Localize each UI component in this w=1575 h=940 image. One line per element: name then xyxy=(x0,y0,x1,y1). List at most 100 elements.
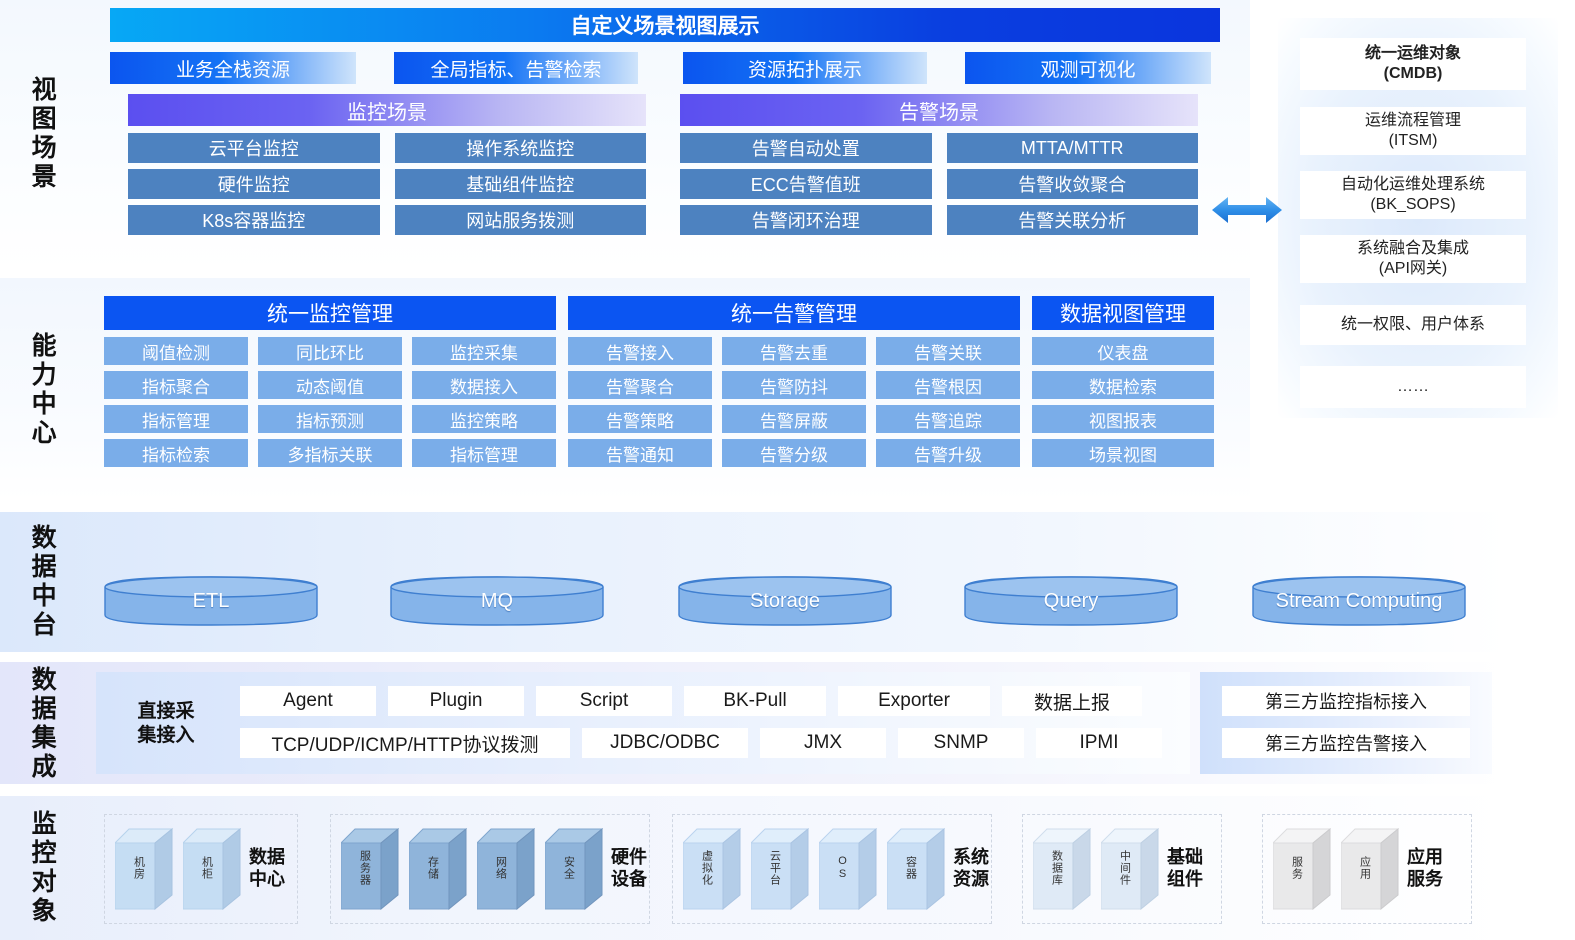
capability-column: 告警关联 告警根因 告警追踪 告警升级 xyxy=(876,337,1020,467)
scene-cell[interactable]: 告警关联分析 xyxy=(946,205,1198,235)
monitor-group-system-resources: 虚拟化 云平台 OS 容器 系统 资源 xyxy=(672,814,992,924)
cmdb-item-line: 运维流程管理 xyxy=(1364,112,1461,129)
capability-cell[interactable]: 监控采集 xyxy=(412,337,556,365)
cmdb-item-bk-sops[interactable]: 自动化运维处理系统 (BK_SOPS) xyxy=(1300,171,1526,219)
scene-cell[interactable]: 网站服务拨测 xyxy=(394,205,646,235)
cube-label: 机柜 xyxy=(200,856,213,880)
cube-network[interactable]: 网络 xyxy=(477,827,535,911)
scene-cell[interactable]: 硬件监控 xyxy=(128,169,380,199)
capability-cell[interactable]: 告警通知 xyxy=(568,439,712,467)
capability-cell[interactable]: 阈值检测 xyxy=(104,337,248,365)
cube-container[interactable]: 容器 xyxy=(887,827,945,911)
capability-cell[interactable]: 告警升级 xyxy=(876,439,1020,467)
capability-cell[interactable]: 告警防抖 xyxy=(722,371,866,399)
cube-database[interactable]: 数据库 xyxy=(1033,827,1091,911)
capability-column: 阈值检测 指标聚合 指标管理 指标检索 xyxy=(104,337,248,467)
cube-virtualization[interactable]: 虚拟化 xyxy=(683,827,741,911)
capability-cell[interactable]: 告警根因 xyxy=(876,371,1020,399)
capability-cell[interactable]: 仪表盘 xyxy=(1032,337,1214,365)
capability-cell[interactable]: 数据接入 xyxy=(412,371,556,399)
capability-cell[interactable]: 告警接入 xyxy=(568,337,712,365)
di-chip-exporter[interactable]: Exporter xyxy=(838,686,990,716)
cube-storage[interactable]: 存储 xyxy=(409,827,467,911)
cylinder-mq[interactable]: MQ xyxy=(390,576,604,626)
cube-label: 中间件 xyxy=(1118,850,1131,886)
capability-cell[interactable]: 告警分级 xyxy=(722,439,866,467)
di-chip-jmx[interactable]: JMX xyxy=(760,728,886,758)
di-chip-bk-pull[interactable]: BK-Pull xyxy=(684,686,826,716)
scene-cell[interactable]: ECC告警值班 xyxy=(680,169,932,199)
di-chip-script[interactable]: Script xyxy=(536,686,672,716)
third-party-alarm-access[interactable]: 第三方监控告警接入 xyxy=(1222,728,1470,758)
capability-column: 同比环比 动态阈值 指标预测 多指标关联 xyxy=(258,337,402,467)
monitor-group-title: 应用 服务 xyxy=(1407,847,1443,889)
scene-cell[interactable]: 告警收敛聚合 xyxy=(946,169,1198,199)
cmdb-item-api-gateway[interactable]: 系统融合及集成 (API网关) xyxy=(1300,235,1526,283)
scene-cell[interactable]: 云平台监控 xyxy=(128,133,380,163)
cube-security[interactable]: 安全 xyxy=(545,827,603,911)
cube-service[interactable]: 服务 xyxy=(1273,827,1331,911)
cmdb-item-itsm[interactable]: 运维流程管理 (ITSM) xyxy=(1300,107,1526,155)
tab-resource-topology[interactable]: 资源拓扑展示 xyxy=(683,52,927,84)
di-chip-jdbc-odbc[interactable]: JDBC/ODBC xyxy=(582,728,748,758)
scene-cell[interactable]: 操作系统监控 xyxy=(394,133,646,163)
capability-cell[interactable]: 告警聚合 xyxy=(568,371,712,399)
capability-cell[interactable]: 监控策略 xyxy=(412,405,556,433)
cylinder-storage[interactable]: Storage xyxy=(678,576,892,626)
scene-cell[interactable]: 告警闭环治理 xyxy=(680,205,932,235)
capability-cell[interactable]: 数据检索 xyxy=(1032,371,1214,399)
cube-label: 虚拟化 xyxy=(700,850,713,886)
scene-panel-monitoring: 监控场景 云平台监控 硬件监控 K8s容器监控 操作系统监控 基础组件监控 网站… xyxy=(128,94,646,238)
capability-cell[interactable]: 指标检索 xyxy=(104,439,248,467)
capability-cell[interactable]: 场景视图 xyxy=(1032,439,1214,467)
capability-cell[interactable]: 告警追踪 xyxy=(876,405,1020,433)
scene-column: 告警自动处置 ECC告警值班 告警闭环治理 xyxy=(680,133,932,235)
di-chip-plugin[interactable]: Plugin xyxy=(388,686,524,716)
di-chip-snmp[interactable]: SNMP xyxy=(898,728,1024,758)
tab-business-resources[interactable]: 业务全栈资源 xyxy=(110,52,356,84)
tab-observability[interactable]: 观测可视化 xyxy=(965,52,1211,84)
capability-cell[interactable]: 同比环比 xyxy=(258,337,402,365)
cmdb-item-unified-ops-object[interactable]: 统一运维对象 (CMDB) xyxy=(1300,38,1526,90)
cube-rack[interactable]: 机柜 xyxy=(183,827,241,911)
capability-column: 告警去重 告警防抖 告警屏蔽 告警分级 xyxy=(722,337,866,467)
di-chip-agent[interactable]: Agent xyxy=(240,686,376,716)
capability-cell[interactable]: 动态阈值 xyxy=(258,371,402,399)
cmdb-item-line: …… xyxy=(1397,378,1429,395)
cube-middleware[interactable]: 中间件 xyxy=(1101,827,1159,911)
di-chip-ipmi[interactable]: IPMI xyxy=(1036,728,1162,758)
cube-server[interactable]: 服务器 xyxy=(341,827,399,911)
cmdb-item-line: (BK_SOPS) xyxy=(1370,196,1456,213)
di-chip-protocol-probe[interactable]: TCP/UDP/ICMP/HTTP协议拨测 xyxy=(240,728,570,758)
third-party-metric-access[interactable]: 第三方监控指标接入 xyxy=(1222,686,1470,716)
cube-application[interactable]: 应用 xyxy=(1341,827,1399,911)
cmdb-item-more[interactable]: …… xyxy=(1300,366,1526,408)
direct-collection-label: 直接采 集接入 xyxy=(137,701,195,746)
scene-cell[interactable]: MTTA/MTTR xyxy=(946,133,1198,163)
di-chip-data-report[interactable]: 数据上报 xyxy=(1002,686,1142,716)
cylinder-etl[interactable]: ETL xyxy=(104,576,318,626)
cube-machine-room[interactable]: 机房 xyxy=(115,827,173,911)
scene-cell[interactable]: 基础组件监控 xyxy=(394,169,646,199)
capability-cell[interactable]: 视图报表 xyxy=(1032,405,1214,433)
cylinder-query[interactable]: Query xyxy=(964,576,1178,626)
capability-cell[interactable]: 多指标关联 xyxy=(258,439,402,467)
scene-column: 操作系统监控 基础组件监控 网站服务拨测 xyxy=(394,133,646,235)
cube-cloud-platform[interactable]: 云平台 xyxy=(751,827,809,911)
capability-cell[interactable]: 告警去重 xyxy=(722,337,866,365)
capability-cell[interactable]: 告警屏蔽 xyxy=(722,405,866,433)
capability-cell[interactable]: 告警策略 xyxy=(568,405,712,433)
cylinder-stream-computing[interactable]: Stream Computing xyxy=(1252,576,1466,626)
capability-cell[interactable]: 指标管理 xyxy=(104,405,248,433)
row-label-data-platform: 数据中台 xyxy=(28,524,57,640)
capability-cell[interactable]: 指标预测 xyxy=(258,405,402,433)
scene-cell[interactable]: K8s容器监控 xyxy=(128,205,380,235)
capability-cell[interactable]: 指标聚合 xyxy=(104,371,248,399)
tab-global-metrics-alarm-search[interactable]: 全局指标、告警检索 xyxy=(394,52,638,84)
capability-cell[interactable]: 告警关联 xyxy=(876,337,1020,365)
cmdb-item-line: (ITSM) xyxy=(1388,132,1438,149)
scene-cell[interactable]: 告警自动处置 xyxy=(680,133,932,163)
capability-cell[interactable]: 指标管理 xyxy=(412,439,556,467)
cube-os[interactable]: OS xyxy=(819,827,877,911)
cmdb-item-unified-auth[interactable]: 统一权限、用户体系 xyxy=(1300,305,1526,345)
